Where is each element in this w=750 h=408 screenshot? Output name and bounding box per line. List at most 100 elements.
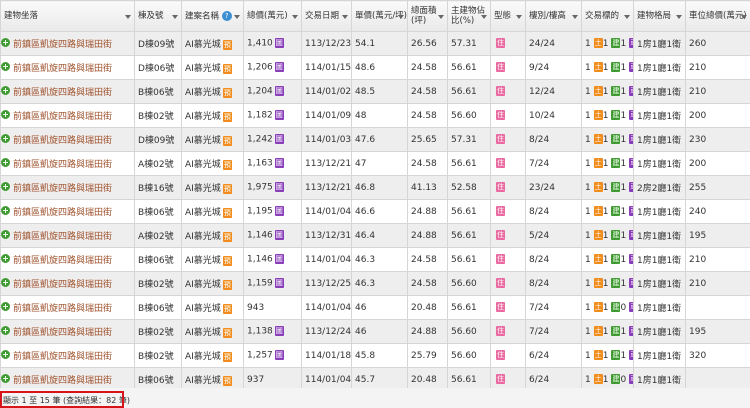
help-icon[interactable]: ? — [221, 10, 232, 21]
parking-icon[interactable]: 圖 — [274, 254, 284, 265]
cell-address[interactable]: + 前鎮區凱旋四路與瑞田街 — [0, 199, 135, 224]
project-name[interactable]: AI慕光城 — [185, 232, 221, 242]
expand-icon[interactable]: + — [1, 374, 10, 383]
address-link[interactable]: 前鎮區凱旋四路與瑞田街 — [13, 352, 112, 362]
cell-address[interactable]: + 前鎮區凱旋四路與瑞田街 — [0, 31, 135, 56]
table-row[interactable]: + 前鎮區凱旋四路與瑞田街 B棟02號 AI慕光城預 1,182 圖 114/01/09 48… — [0, 103, 750, 128]
col-header-unit[interactable]: 棟及號 — [134, 0, 182, 32]
col-header-type[interactable]: 型態 — [490, 0, 526, 32]
address-link[interactable]: 前鎮區凱旋四路與瑞田街 — [13, 88, 112, 98]
table-row[interactable]: + 前鎮區凱旋四路與瑞田街 D棟09號 AI慕光城預 1,242 圖 114/01/03 47… — [0, 127, 750, 152]
project-name[interactable]: AI慕光城 — [185, 280, 221, 290]
project-name[interactable]: AI慕光城 — [185, 64, 221, 74]
project-name[interactable]: AI慕光城 — [185, 304, 221, 314]
project-name[interactable]: AI慕光城 — [185, 88, 221, 98]
table-row[interactable]: + 前鎮區凱旋四路與瑞田街 A棟02號 AI慕光城預 1,163 圖 113/12/21 47… — [0, 151, 750, 176]
expand-icon[interactable]: + — [1, 302, 10, 311]
table-row[interactable]: + 前鎮區凱旋四路與瑞田街 A棟02號 AI慕光城預 1,146 圖 113/12/31 46… — [0, 223, 750, 248]
address-link[interactable]: 前鎮區凱旋四路與瑞田街 — [13, 160, 112, 170]
parking-icon[interactable]: 圖 — [274, 182, 284, 193]
project-name[interactable]: AI慕光城 — [185, 256, 221, 266]
address-link[interactable]: 前鎮區凱旋四路與瑞田街 — [13, 232, 112, 242]
address-link[interactable]: 前鎮區凱旋四路與瑞田街 — [13, 64, 112, 74]
cell-address[interactable]: + 前鎮區凱旋四路與瑞田街 — [0, 343, 135, 368]
project-name[interactable]: AI慕光城 — [185, 160, 221, 170]
expand-icon[interactable]: + — [1, 230, 10, 239]
parking-icon[interactable]: 圖 — [274, 86, 284, 97]
col-header-floor[interactable]: 樓別/樓高 — [525, 0, 582, 32]
expand-icon[interactable]: + — [1, 278, 10, 287]
col-header-area[interactable]: 總面積(坪) — [407, 0, 448, 32]
sort-icon[interactable] — [481, 12, 487, 22]
cell-address[interactable]: + 前鎮區凱旋四路與瑞田街 — [0, 223, 135, 248]
project-name[interactable]: AI慕光城 — [185, 112, 221, 122]
cell-address[interactable]: + 前鎮區凱旋四路與瑞田街 — [0, 319, 135, 344]
table-row[interactable]: + 前鎮區凱旋四路與瑞田街 B棟02號 AI慕光城預 1,257 圖 114/01/18 45… — [0, 343, 750, 368]
address-link[interactable]: 前鎮區凱旋四路與瑞田街 — [13, 280, 112, 290]
col-header-layout[interactable]: 建物格局 — [633, 0, 686, 32]
parking-icon[interactable]: 圖 — [274, 134, 284, 145]
cell-address[interactable]: + 前鎮區凱旋四路與瑞田街 — [0, 55, 135, 80]
address-link[interactable]: 前鎮區凱旋四路與瑞田街 — [13, 40, 112, 50]
project-name[interactable]: AI慕光城 — [185, 136, 221, 146]
project-name[interactable]: AI慕光城 — [185, 352, 221, 362]
cell-address[interactable]: + 前鎮區凱旋四路與瑞田街 — [0, 295, 135, 320]
sort-icon[interactable] — [624, 12, 630, 22]
table-row[interactable]: + 前鎮區凱旋四路與瑞田街 B棟06號 AI慕光城預 1,195 圖 114/01/04 46… — [0, 199, 750, 224]
address-link[interactable]: 前鎮區凱旋四路與瑞田街 — [13, 136, 112, 146]
parking-icon[interactable]: 圖 — [274, 62, 284, 73]
parking-icon[interactable]: 圖 — [274, 206, 284, 217]
address-link[interactable]: 前鎮區凱旋四路與瑞田街 — [13, 376, 112, 386]
sort-icon[interactable] — [172, 12, 178, 22]
project-name[interactable]: AI慕光城 — [185, 40, 221, 50]
cell-address[interactable]: + 前鎮區凱旋四路與瑞田街 — [0, 151, 135, 176]
table-row[interactable]: + 前鎮區凱旋四路與瑞田街 D棟06號 AI慕光城預 1,206 圖 114/01/15 48… — [0, 55, 750, 80]
table-row[interactable]: + 前鎮區凱旋四路與瑞田街 B棟16號 AI慕光城預 1,975 圖 113/12/21 46… — [0, 175, 750, 200]
col-header-unit-price[interactable]: 單價(萬元/坪) — [351, 0, 408, 32]
address-link[interactable]: 前鎮區凱旋四路與瑞田街 — [13, 208, 112, 218]
expand-icon[interactable]: + — [1, 350, 10, 359]
address-link[interactable]: 前鎮區凱旋四路與瑞田街 — [13, 328, 112, 338]
cell-address[interactable]: + 前鎮區凱旋四路與瑞田街 — [0, 127, 135, 152]
table-row[interactable]: + 前鎮區凱旋四路與瑞田街 B棟06號 AI慕光城預 1,204 圖 114/01/02 48… — [0, 79, 750, 104]
project-name[interactable]: AI慕光城 — [185, 328, 221, 338]
sort-icon[interactable] — [438, 12, 444, 22]
expand-icon[interactable]: + — [1, 326, 10, 335]
col-header-address[interactable]: 建物坐落 — [0, 0, 135, 32]
address-link[interactable]: 前鎮區凱旋四路與瑞田街 — [13, 256, 112, 266]
address-link[interactable]: 前鎮區凱旋四路與瑞田街 — [13, 112, 112, 122]
sort-icon[interactable] — [572, 12, 578, 22]
project-name[interactable]: AI慕光城 — [185, 376, 221, 386]
col-header-price[interactable]: 總價(萬元) — [243, 0, 302, 32]
address-link[interactable]: 前鎮區凱旋四路與瑞田街 — [13, 184, 112, 194]
sort-icon[interactable] — [398, 12, 404, 22]
col-header-parking[interactable]: 車位總價(萬元) — [685, 0, 750, 32]
parking-icon[interactable]: 圖 — [274, 350, 284, 361]
expand-icon[interactable]: + — [1, 62, 10, 71]
address-link[interactable]: 前鎮區凱旋四路與瑞田街 — [13, 304, 112, 314]
cell-address[interactable]: + 前鎮區凱旋四路與瑞田街 — [0, 271, 135, 296]
sort-icon[interactable] — [234, 12, 240, 22]
parking-icon[interactable]: 圖 — [274, 110, 284, 121]
expand-icon[interactable]: + — [1, 182, 10, 191]
parking-icon[interactable]: 圖 — [274, 278, 284, 289]
cell-address[interactable]: + 前鎮區凱旋四路與瑞田街 — [0, 79, 135, 104]
cell-address[interactable]: + 前鎮區凱旋四路與瑞田街 — [0, 175, 135, 200]
cell-address[interactable]: + 前鎮區凱旋四路與瑞田街 — [0, 247, 135, 272]
expand-icon[interactable]: + — [1, 110, 10, 119]
parking-icon[interactable]: 圖 — [274, 38, 284, 49]
expand-icon[interactable]: + — [1, 38, 10, 47]
col-header-project[interactable]: 建案名稱 ? — [181, 0, 244, 32]
expand-icon[interactable]: + — [1, 134, 10, 143]
table-row[interactable]: + 前鎮區凱旋四路與瑞田街 B棟06號 AI慕光城預 1,146 圖 114/01/04 46… — [0, 247, 750, 272]
table-row[interactable]: + 前鎮區凱旋四路與瑞田街 B棟02號 AI慕光城預 1,138 圖 113/12/24 46… — [0, 319, 750, 344]
col-header-trade[interactable]: 交易標的 — [581, 0, 634, 32]
expand-icon[interactable]: + — [1, 206, 10, 215]
sort-icon[interactable] — [292, 12, 298, 22]
cell-address[interactable]: + 前鎮區凱旋四路與瑞田街 — [0, 103, 135, 128]
parking-icon[interactable]: 圖 — [274, 230, 284, 241]
col-header-date[interactable]: 交易日期 — [301, 0, 352, 32]
parking-icon[interactable]: 圖 — [274, 326, 284, 337]
table-row[interactable]: + 前鎮區凱旋四路與瑞田街 D棟09號 AI慕光城預 1,410 圖 113/12/23 54… — [0, 31, 750, 56]
sort-icon[interactable] — [125, 12, 131, 22]
